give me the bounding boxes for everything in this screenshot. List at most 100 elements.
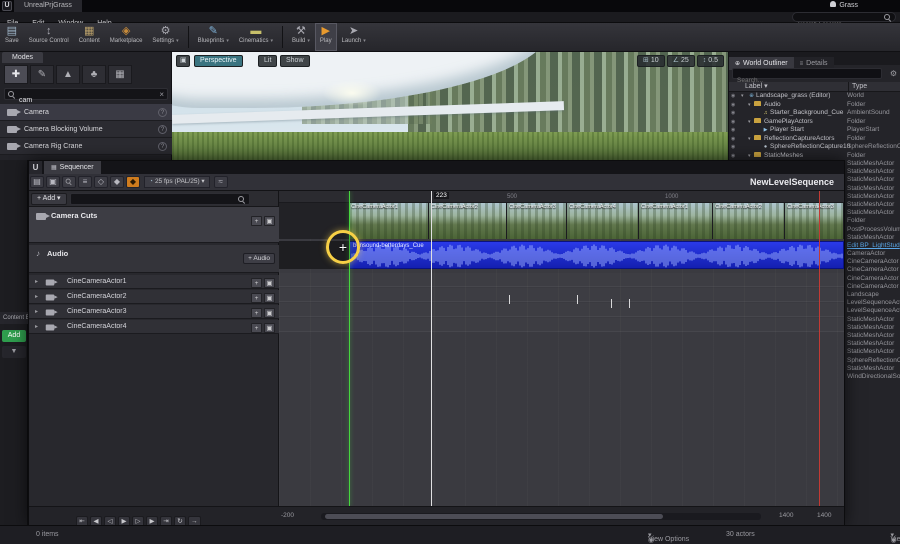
visibility-eye-icon[interactable]: ◉: [731, 143, 735, 152]
track-cinecameraactor2[interactable]: ▸ CineCameraActor2 + ▣: [29, 290, 279, 304]
outliner-row[interactable]: ◉ ♫ Starter_Background_Cue AmbientSound: [729, 109, 900, 118]
geometry-tool-icon[interactable]: ▦: [108, 65, 132, 84]
playback-end-marker[interactable]: [819, 191, 820, 506]
sequence-breadcrumb[interactable]: NewLevelSequence: [750, 177, 834, 187]
outliner-row[interactable]: ◉ ▾ ⊕ Landscape_grass (Editor) World: [729, 92, 900, 101]
track-cinecameraactor4[interactable]: ▸ CineCameraActor4 + ▣: [29, 320, 279, 334]
add-section-button[interactable]: +: [251, 293, 262, 303]
camera-cut-section[interactable]: CineCameraActor1: [349, 203, 429, 239]
build-button[interactable]: ⚒ Build ▾: [287, 23, 315, 51]
audio-clip[interactable]: bensound-betterdays_Cue: [349, 241, 844, 269]
key-marker[interactable]: [577, 295, 578, 304]
camera-icon[interactable]: ▣: [46, 176, 60, 188]
timeline-scrollbar[interactable]: [321, 513, 761, 520]
track-cinecameraactor3[interactable]: ▸ CineCameraActor3 + ▣: [29, 305, 279, 319]
camera-cut-section[interactable]: CineCameraActor2: [713, 203, 785, 239]
scrollbar-thumb[interactable]: [325, 514, 663, 519]
add-new-button[interactable]: Add: [2, 330, 26, 342]
camera-lock-icon[interactable]: ▣: [264, 323, 275, 333]
maximize-viewport-icon[interactable]: ▣: [176, 55, 190, 67]
visibility-eye-icon[interactable]: ◉: [731, 152, 735, 161]
modes-list-item[interactable]: Camera Blocking Volume?: [0, 121, 172, 138]
place-tool-icon[interactable]: ✚: [4, 65, 28, 84]
camera-lock-icon[interactable]: ▣: [264, 216, 275, 226]
landscape-tool-icon[interactable]: ▲: [56, 65, 80, 84]
launch-button[interactable]: ➤ Launch ▾: [337, 23, 371, 51]
add-section-button[interactable]: +: [251, 323, 262, 333]
key-marker[interactable]: [509, 295, 510, 304]
playhead[interactable]: [431, 191, 432, 506]
add-section-button[interactable]: +: [251, 278, 262, 288]
outliner-search-box[interactable]: [732, 68, 882, 85]
add-audio-button[interactable]: + Audio: [243, 253, 275, 264]
blueprint-edit-link[interactable]: Edit BP_LightStud: [847, 242, 900, 250]
save-icon[interactable]: ▤: [30, 176, 44, 188]
lit-mode-button[interactable]: Lit: [258, 55, 278, 67]
track-camera-cuts[interactable]: Camera Cuts + ▣: [29, 207, 279, 243]
camera-cut-section[interactable]: CineCameraActor4: [567, 203, 639, 239]
blueprints-button[interactable]: ✎ Blueprints ▾: [193, 23, 234, 51]
help-search-box[interactable]: [792, 12, 896, 29]
perspective-button[interactable]: Perspective: [194, 55, 243, 67]
expander-icon[interactable]: ▸: [35, 275, 41, 289]
play-button[interactable]: ▶ Play: [314, 23, 337, 51]
camera-cut-section[interactable]: CineCameraActor3: [507, 203, 567, 239]
outliner-row[interactable]: ◉ ▶ Player Start PlayerStart: [729, 126, 900, 135]
project-tab[interactable]: UnrealPrjGrass: [14, 0, 82, 12]
visibility-eye-icon[interactable]: ◉: [731, 101, 735, 110]
modes-list-item[interactable]: Camera Rig Crane?: [0, 138, 172, 155]
add-section-button[interactable]: +: [251, 308, 262, 318]
viewport-scale-snap-chip[interactable]: ↕ 0.5: [696, 55, 724, 67]
viewport[interactable]: ▣ Perspective Lit Show ⊞ 10 ∠ 25 ↕ 0.5: [172, 52, 728, 160]
foliage-tool-icon[interactable]: ♣: [82, 65, 106, 84]
filters-icon[interactable]: ▼: [2, 346, 26, 358]
content-button[interactable]: ▦ Content: [74, 23, 105, 51]
show-flags-button[interactable]: Show: [280, 55, 310, 67]
visibility-eye-icon[interactable]: ◉: [731, 92, 735, 101]
visibility-eye-icon[interactable]: ◉: [731, 109, 735, 118]
curves-icon[interactable]: ≈: [213, 176, 228, 188]
camera-lock-icon[interactable]: ▣: [264, 308, 275, 318]
fps-dropdown[interactable]: ◔ 25 fps (PAL/25) ▾: [144, 176, 210, 188]
settings-button[interactable]: ⚙ Settings ▾: [147, 23, 183, 51]
content-view-options-button[interactable]: ◉ View Options ▾: [648, 531, 689, 544]
viewport-grid-snap-chip[interactable]: ⊞ 10: [637, 55, 665, 67]
camera-lock-icon[interactable]: ▣: [264, 278, 275, 288]
tab-modes[interactable]: Modes: [2, 52, 44, 63]
outliner-row[interactable]: ◉ ● SphereReflectionCapture10 SphereReflect…: [729, 143, 900, 152]
track-audio[interactable]: ♪ Audio + Audio: [29, 245, 279, 273]
camera-lock-icon[interactable]: ▣: [264, 293, 275, 303]
keyframe-icon[interactable]: ◆: [110, 176, 124, 188]
expander-icon[interactable]: ▸: [35, 320, 41, 334]
timeline-ruler[interactable]: 500 1000: [279, 191, 844, 203]
search-icon[interactable]: [62, 176, 76, 188]
camera-cut-section[interactable]: CineCameraActor1: [639, 203, 713, 239]
outliner-view-options-button[interactable]: ◉ View Options ▾: [890, 531, 900, 544]
camera-cut-section[interactable]: CineCameraActor3: [785, 203, 844, 239]
viewport-rotation-snap-chip[interactable]: ∠ 25: [666, 55, 695, 67]
column-type[interactable]: Type: [848, 82, 900, 92]
outliner-row[interactable]: ◉ ▾ GamePlayActors Folder: [729, 118, 900, 127]
cinematics-button[interactable]: ▬ Cinematics ▾: [234, 23, 278, 51]
expander-icon[interactable]: ▸: [35, 305, 41, 319]
gear-icon[interactable]: ⚙: [890, 68, 897, 79]
key-marker[interactable]: [629, 299, 630, 308]
add-section-button[interactable]: +: [251, 216, 262, 226]
track-search-box[interactable]: [69, 193, 250, 211]
key-marker[interactable]: [611, 299, 612, 308]
visibility-eye-icon[interactable]: ◉: [731, 126, 735, 135]
modes-search-box[interactable]: ×: [4, 88, 168, 106]
save-button[interactable]: ▤ Save: [0, 23, 24, 51]
outliner-row[interactable]: ◉ ▾ StaticMeshes Folder: [729, 152, 900, 161]
column-label[interactable]: Label ▾: [745, 82, 768, 92]
visibility-eye-icon[interactable]: ◉: [731, 118, 735, 127]
sequencer-timeline[interactable]: 500 1000 CineCameraActor1 CineCameraActor2…: [279, 191, 844, 506]
outliner-row[interactable]: ◉ ▾ Audio Folder: [729, 101, 900, 110]
paint-tool-icon[interactable]: ✎: [30, 65, 54, 84]
tab-sequencer[interactable]: ▦ Sequencer: [44, 161, 101, 174]
modes-list-item[interactable]: Camera?: [0, 104, 172, 121]
expander-icon[interactable]: ▸: [35, 290, 41, 304]
clear-search-icon[interactable]: ×: [159, 89, 164, 100]
add-track-button[interactable]: + Add ▾: [31, 193, 67, 205]
track-cinecameraactor1[interactable]: ▸ CineCameraActor1 + ▣: [29, 275, 279, 289]
